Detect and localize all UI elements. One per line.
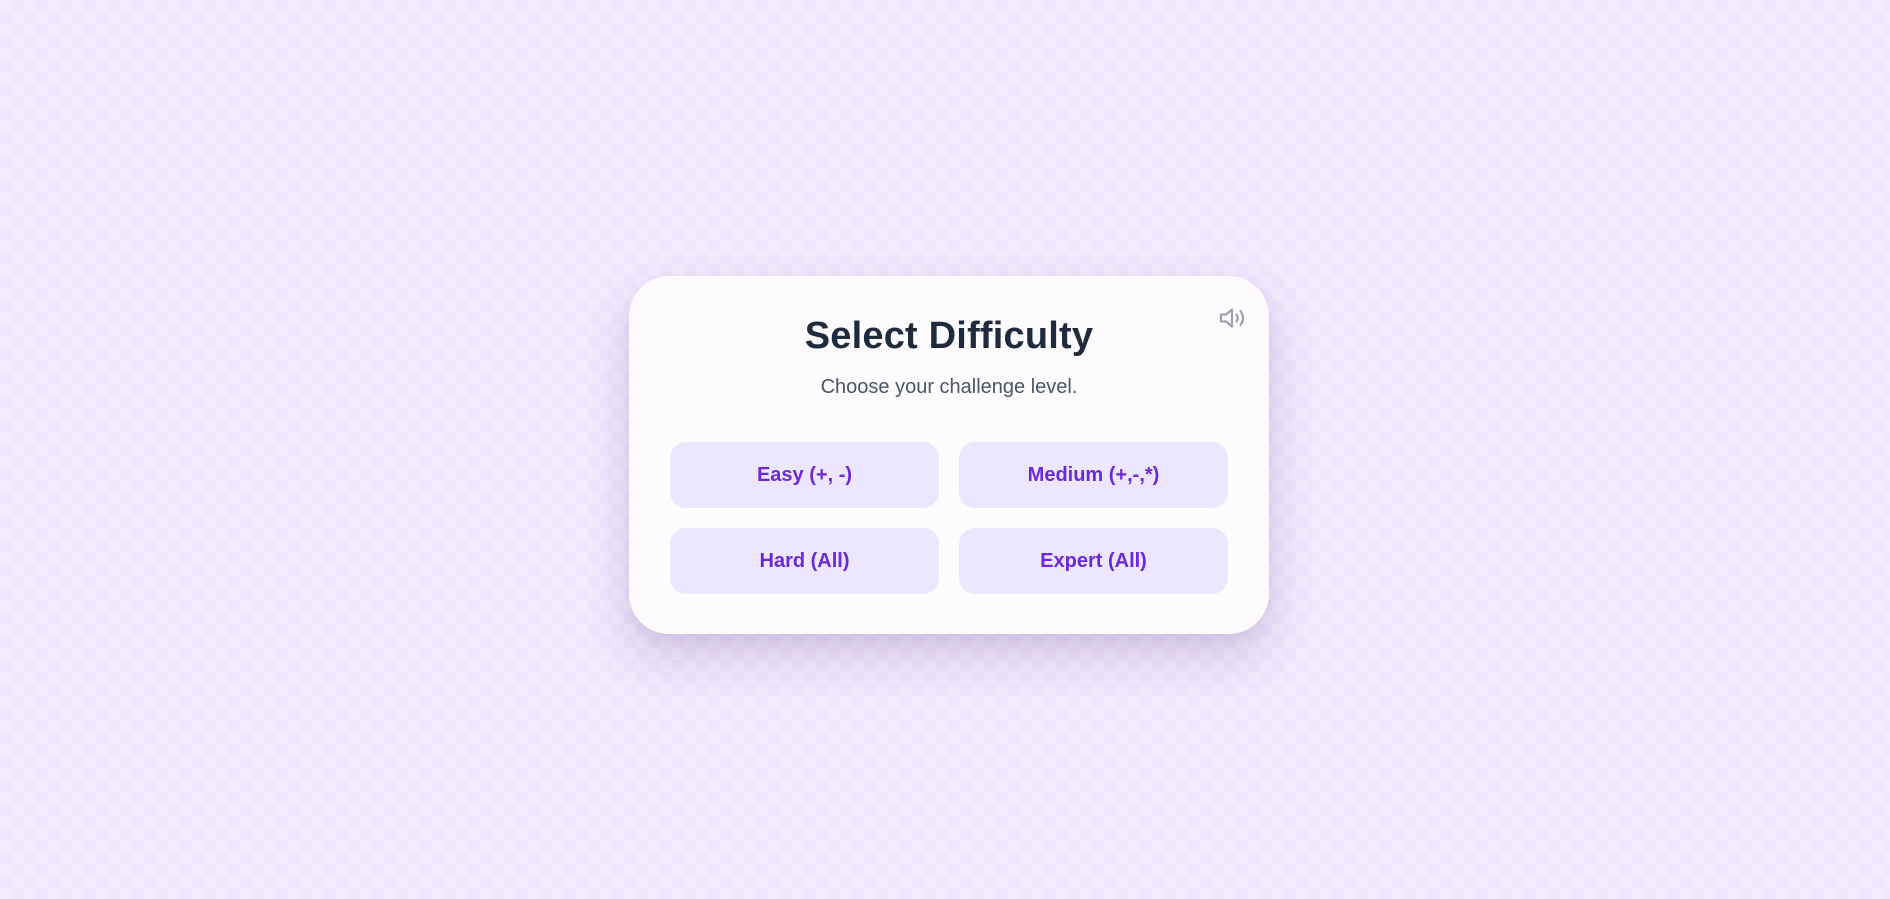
hard-difficulty-button[interactable]: Hard (All) [670, 528, 939, 594]
page-title: Select Difficulty [804, 315, 1094, 357]
expert-difficulty-button[interactable]: Expert (All) [959, 528, 1228, 594]
difficulty-card: Select Difficulty Choose your challenge … [629, 276, 1269, 634]
difficulty-options: Easy (+, -) Medium (+,-,*) Hard (All) Ex… [670, 442, 1228, 594]
page-subtitle: Choose your challenge level. [820, 376, 1078, 398]
medium-difficulty-button[interactable]: Medium (+,-,*) [959, 442, 1228, 508]
easy-difficulty-button[interactable]: Easy (+, -) [670, 442, 939, 508]
